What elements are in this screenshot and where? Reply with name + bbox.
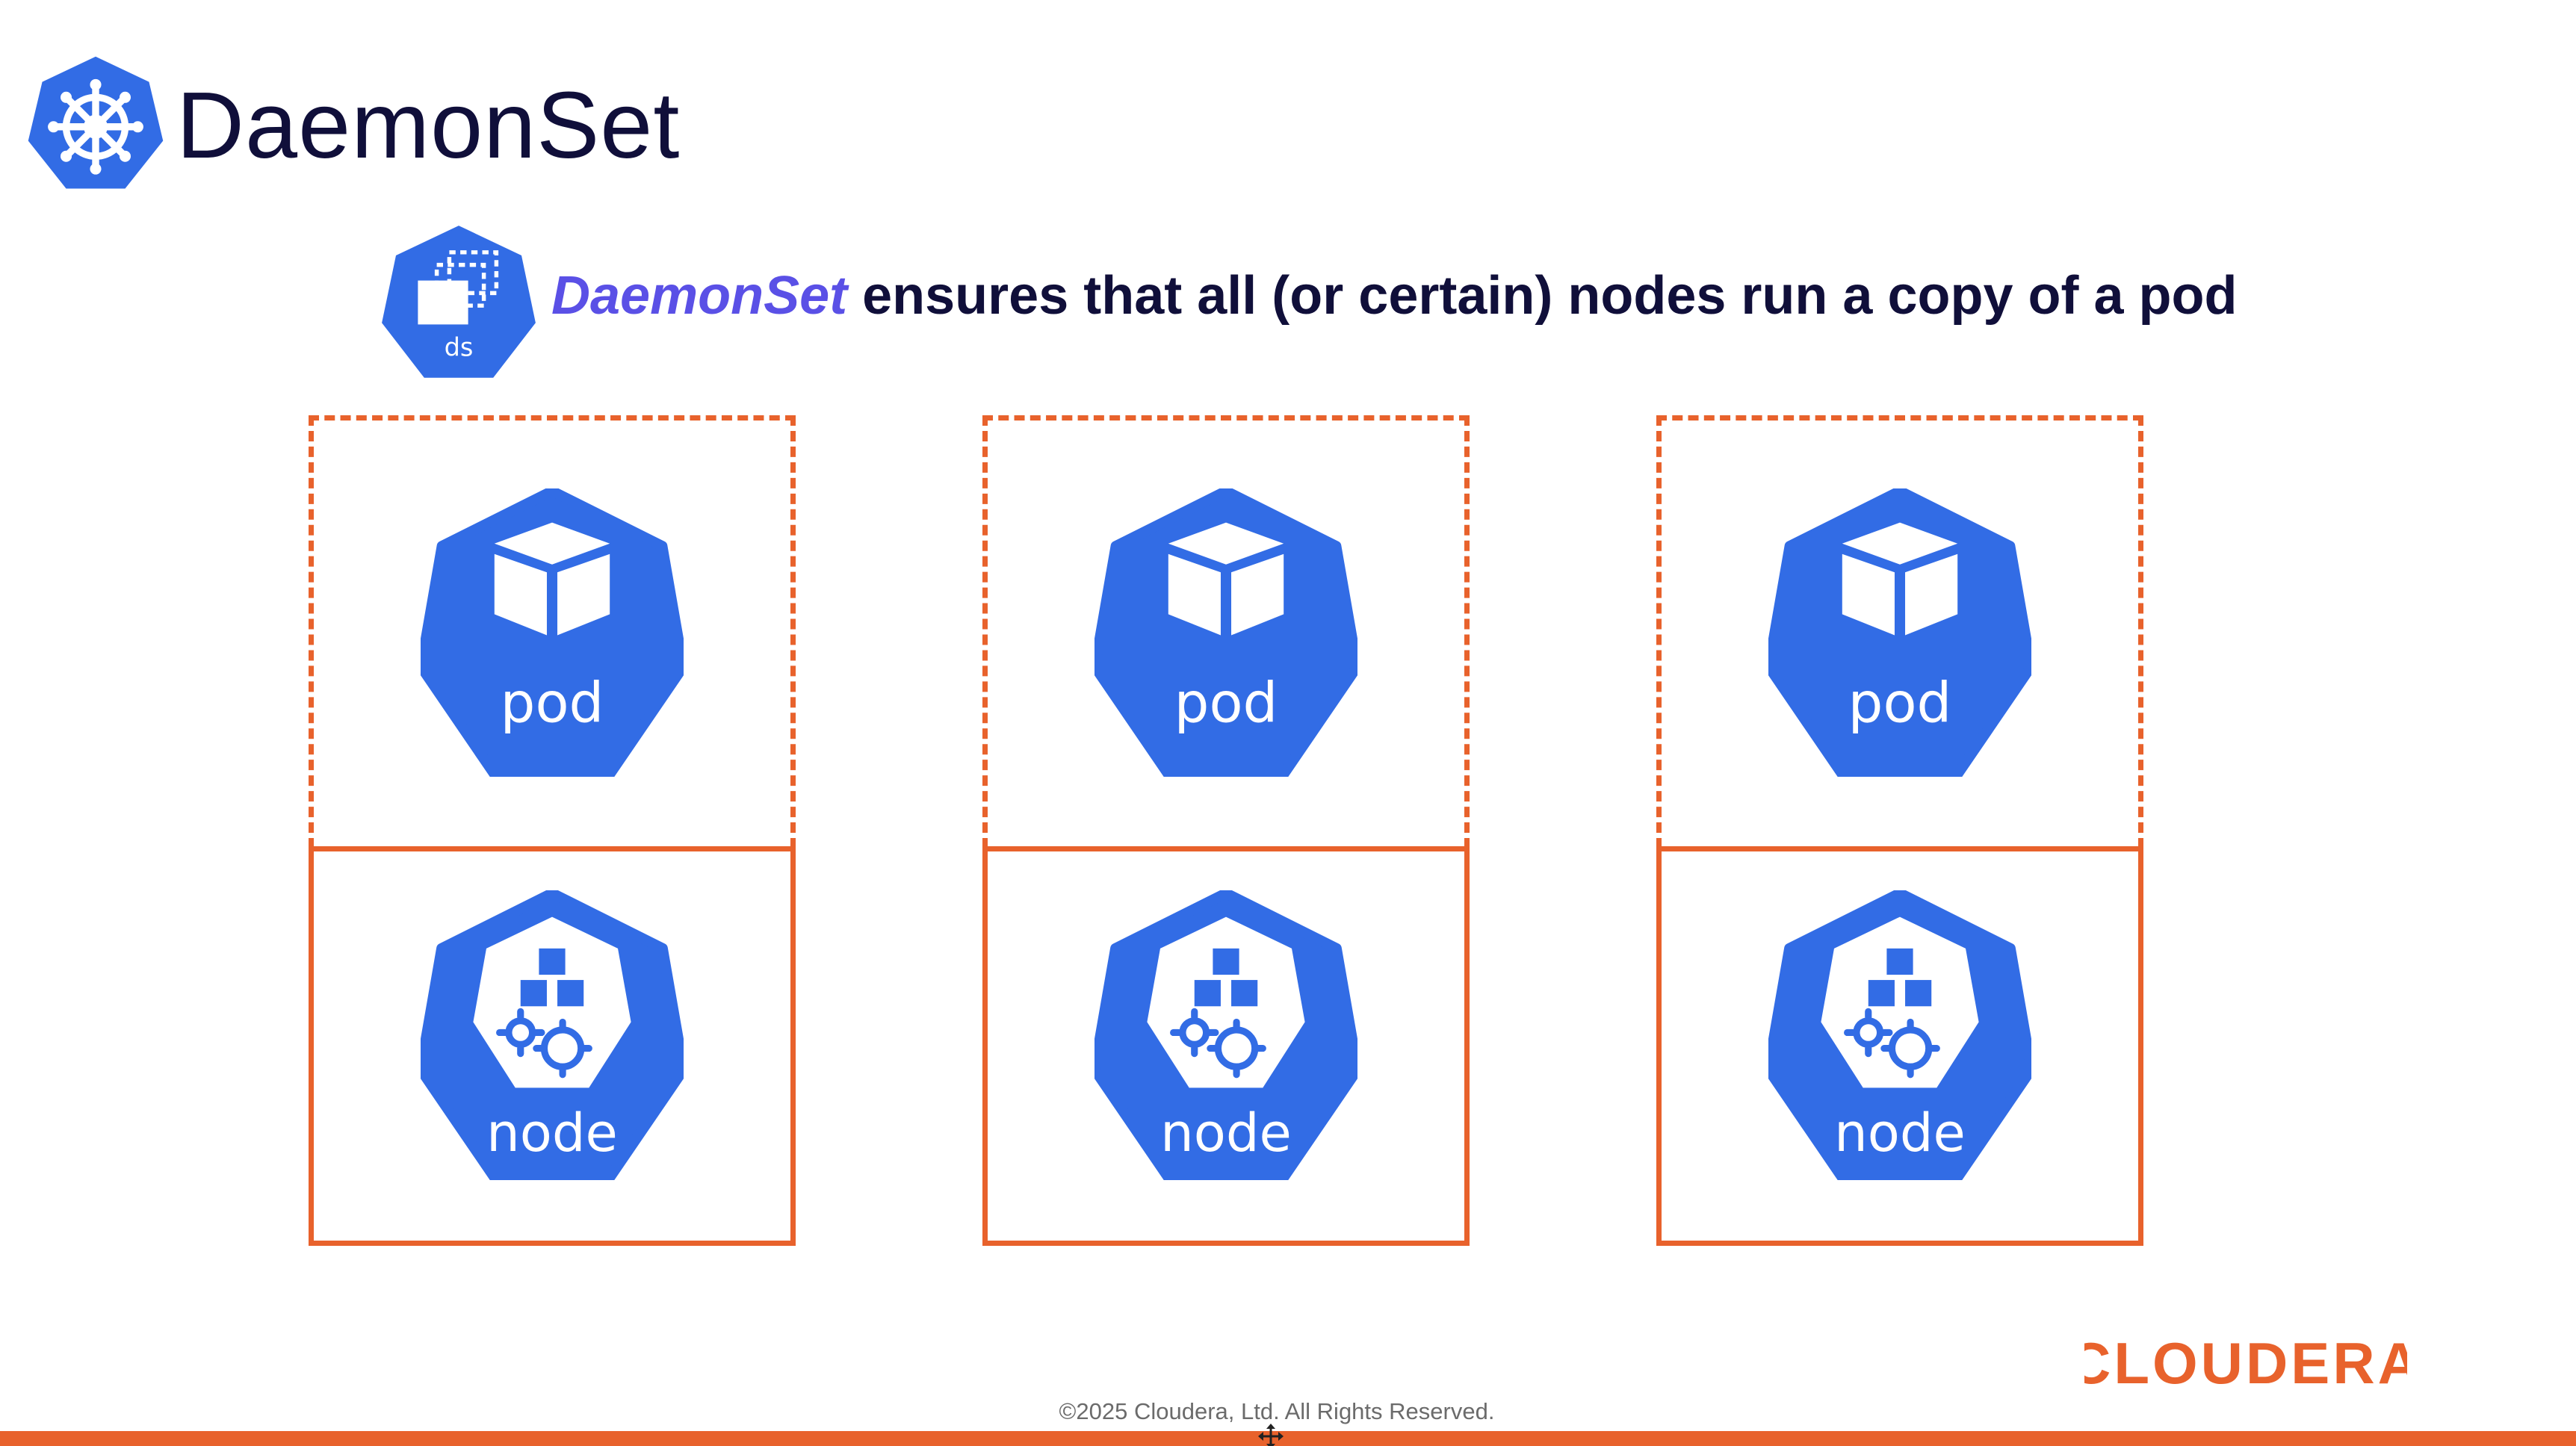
- brand-wordmark: CLOUDERA: [2084, 1330, 2407, 1395]
- node-icon: node: [1768, 890, 2031, 1180]
- subtitle-text: ensures that all (or certain) nodes run …: [847, 266, 2238, 326]
- cloudera-logo: CLOUDERA: [2084, 1330, 2407, 1395]
- pod-label: pod: [501, 671, 604, 735]
- node-label: node: [486, 1102, 618, 1164]
- subtitle-term: DaemonSet: [551, 266, 848, 326]
- subtitle: DaemonSet ensures that all (or certain) …: [551, 260, 2237, 332]
- node-icon: node: [421, 890, 684, 1180]
- pod-label: pod: [1848, 671, 1952, 735]
- node-label: node: [1160, 1102, 1292, 1164]
- copyright-text: ©2025 Cloudera, Ltd. All Rights Reserved…: [1059, 1398, 1495, 1424]
- node-column-3: pod node: [1656, 415, 2143, 1246]
- move-cursor-icon: [1258, 1424, 1284, 1446]
- pod-icon: pod: [1095, 488, 1357, 777]
- daemonset-ds-icon: ds: [382, 226, 536, 378]
- node-column-2: pod node: [982, 415, 1470, 1246]
- page-title: DaemonSet: [176, 72, 681, 178]
- footer-accent-bar: [0, 1431, 2576, 1446]
- slide: DaemonSet ds DaemonSet ensures that all …: [0, 0, 2576, 1446]
- node-icon: node: [1095, 890, 1357, 1180]
- node-label: node: [1834, 1102, 1966, 1164]
- pod-icon: pod: [421, 488, 684, 777]
- ds-icon-label: ds: [445, 332, 474, 362]
- pod-icon: pod: [1768, 488, 2031, 777]
- pod-label: pod: [1174, 671, 1278, 735]
- node-column-1: pod node: [309, 415, 796, 1246]
- kubernetes-logo-icon: [28, 56, 164, 189]
